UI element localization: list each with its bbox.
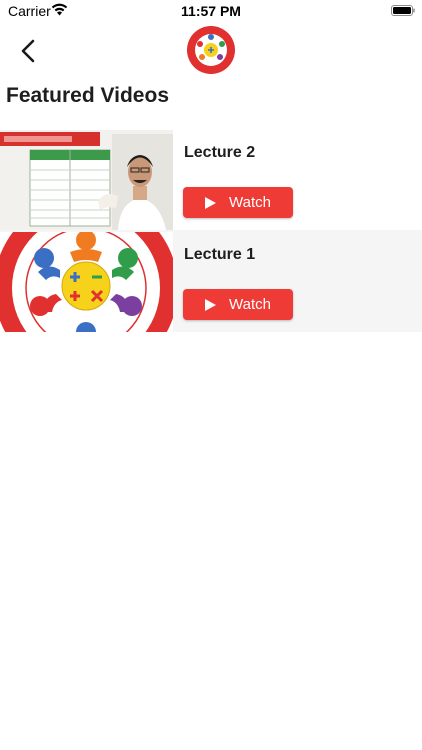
- status-bar: Carrier 11:57 PM: [0, 0, 422, 22]
- video-list: Lecture 2 Watch Lecture 1 Watch: [0, 128, 422, 332]
- lecture-title: Lecture 1: [184, 246, 256, 263]
- back-button[interactable]: [14, 36, 44, 66]
- play-icon: [205, 196, 216, 209]
- battery-icon: [391, 5, 415, 16]
- video-thumbnail[interactable]: [0, 232, 173, 332]
- list-item[interactable]: Lecture 2 Watch: [0, 128, 422, 230]
- list-item[interactable]: Lecture 1 Watch: [0, 230, 422, 332]
- play-icon: [205, 298, 216, 311]
- lecture-title: Lecture 2: [184, 144, 256, 161]
- page-title: Featured Videos: [6, 84, 169, 107]
- watch-button[interactable]: Watch: [183, 289, 293, 320]
- brand-logo: [186, 25, 236, 75]
- watch-button-label: Watch: [229, 194, 271, 211]
- navigation-bar: [0, 22, 422, 80]
- watch-button[interactable]: Watch: [183, 187, 293, 218]
- clock: 11:57 PM: [181, 3, 241, 19]
- video-thumbnail[interactable]: [0, 130, 173, 230]
- watch-button-label: Watch: [229, 296, 271, 313]
